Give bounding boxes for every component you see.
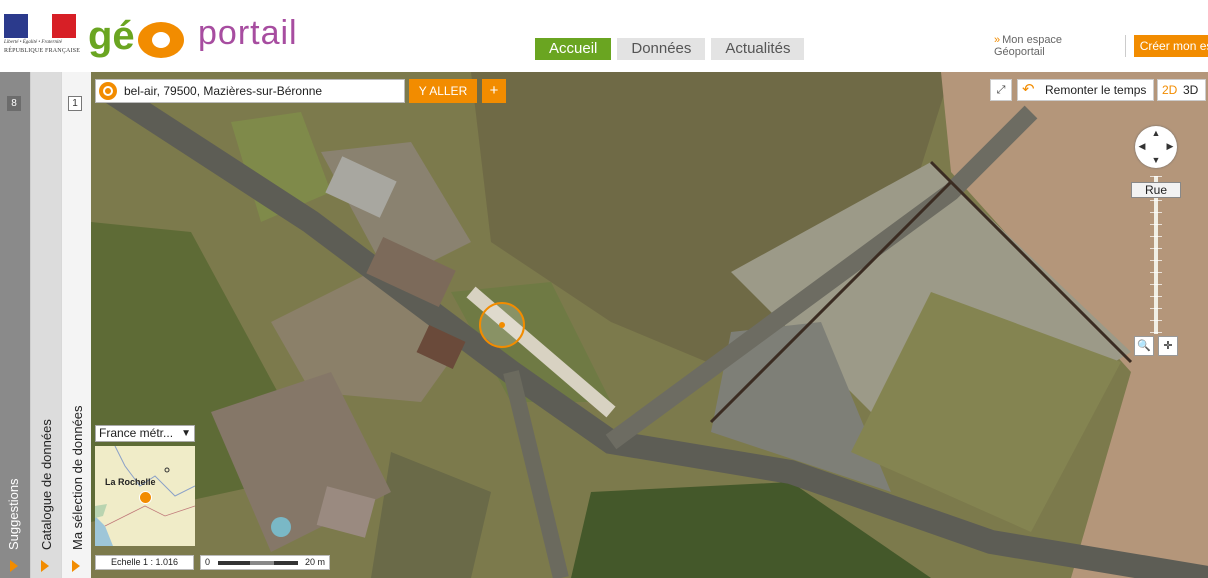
pan-left-icon[interactable]: ◀	[1137, 141, 1147, 152]
search-icon[interactable]	[99, 82, 117, 100]
expand-arrow-icon[interactable]	[41, 560, 49, 572]
toggle-3d[interactable]: 3D	[1183, 80, 1198, 100]
zoom-ticks	[1150, 176, 1162, 334]
creer-espace-button[interactable]: Créer mon espace	[1133, 35, 1208, 57]
logo-word: portail	[198, 14, 298, 52]
pan-control[interactable]: ▲ ▼ ◀ ▶	[1135, 126, 1177, 168]
suggestions-count-badge: 8	[7, 96, 21, 111]
overview-city-label: La Rochelle	[105, 477, 156, 487]
undo-arrow-icon: ↶	[1022, 81, 1035, 98]
scale-zero: 0	[205, 557, 211, 567]
map-viewport[interactable]: Y ALLER + ⤢ ↶ Remonter le temps 2D 3D ▲ …	[91, 72, 1208, 578]
search-box	[95, 79, 405, 103]
panel-selection[interactable]: 1 Ma sélection de données	[61, 72, 92, 578]
side-panels: 8 Suggestions Catalogue de données 1 Ma …	[0, 72, 92, 578]
scale-bar: 0 20 m	[200, 555, 330, 570]
zoom-level-label[interactable]: Rue	[1131, 182, 1181, 198]
zoom-box-icon[interactable]: 🔍	[1134, 336, 1154, 356]
advanced-search-button[interactable]: +	[482, 79, 506, 103]
panel-suggestions[interactable]: 8 Suggestions	[0, 72, 30, 578]
tab-accueil[interactable]: Accueil	[535, 38, 612, 60]
main-tabs: Accueil Données Actualités	[535, 38, 805, 60]
scale-line	[218, 561, 298, 565]
go-button[interactable]: Y ALLER	[409, 79, 477, 103]
selection-label: Ma sélection de données	[70, 405, 85, 550]
expand-arrow-icon[interactable]	[10, 560, 18, 572]
remonter-le-temps-button[interactable]: ↶ Remonter le temps	[1017, 79, 1154, 101]
toggle-2d[interactable]: 2D	[1162, 80, 1177, 100]
marianne-flag-icon	[4, 14, 76, 38]
rf-motto: Liberté • Égalité • Fraternité	[4, 40, 62, 45]
scale-distance: 20 m	[305, 557, 326, 567]
geoportail-logo[interactable]: gé portail	[88, 8, 318, 68]
expand-arrow-icon[interactable]	[72, 560, 80, 572]
scale-ratio: Echelle 1 : 1.016	[95, 555, 194, 570]
territory-select[interactable]: France métr... ▼	[95, 425, 195, 442]
remonter-le-temps-label: Remonter le temps	[1045, 83, 1147, 97]
pan-down-icon[interactable]: ▼	[1151, 155, 1161, 165]
tab-actualites[interactable]: Actualités	[711, 38, 805, 60]
overview-map: France métr... ▼ La Rochelle	[95, 425, 195, 549]
rf-name: RÉPUBLIQUE FRANÇAISE	[4, 48, 81, 54]
suggestions-label: Suggestions	[6, 478, 21, 550]
dimension-toggle: 2D 3D	[1157, 79, 1206, 101]
location-marker-icon[interactable]	[479, 302, 525, 348]
dropdown-arrow-icon: ▼	[181, 428, 191, 439]
fullscreen-icon[interactable]: ⤢	[990, 79, 1012, 101]
user-links: »Mon espace Géoportail Créer mon espace	[994, 34, 1208, 58]
divider	[1124, 35, 1126, 57]
aerial-imagery	[91, 72, 1208, 578]
territory-select-value: France métr...	[99, 426, 174, 440]
header: Liberté • Égalité • Fraternité RÉPUBLIQU…	[0, 0, 1208, 72]
mon-espace-label: Mon espace Géoportail	[994, 34, 1063, 58]
selection-count-badge: 1	[68, 96, 82, 111]
mon-espace-link[interactable]: » Mon espace Géoportail	[994, 34, 1113, 58]
geolocate-icon[interactable]: ✛	[1158, 336, 1178, 356]
catalogue-label: Catalogue de données	[39, 419, 54, 550]
overview-marker-icon	[139, 491, 152, 504]
chevron-right-icon: »	[994, 34, 1001, 46]
republique-francaise-logo[interactable]: Liberté • Égalité • Fraternité RÉPUBLIQU…	[4, 14, 80, 60]
panel-catalogue[interactable]: Catalogue de données	[30, 72, 61, 578]
tab-donnees[interactable]: Données	[617, 38, 706, 60]
logo-prefix: gé	[88, 14, 135, 58]
pan-up-icon[interactable]: ▲	[1151, 128, 1161, 138]
logo-o-icon	[138, 22, 184, 58]
overview-map-image[interactable]: La Rochelle	[95, 446, 195, 546]
pan-right-icon[interactable]: ▶	[1165, 141, 1175, 152]
search-input[interactable]	[124, 80, 402, 102]
